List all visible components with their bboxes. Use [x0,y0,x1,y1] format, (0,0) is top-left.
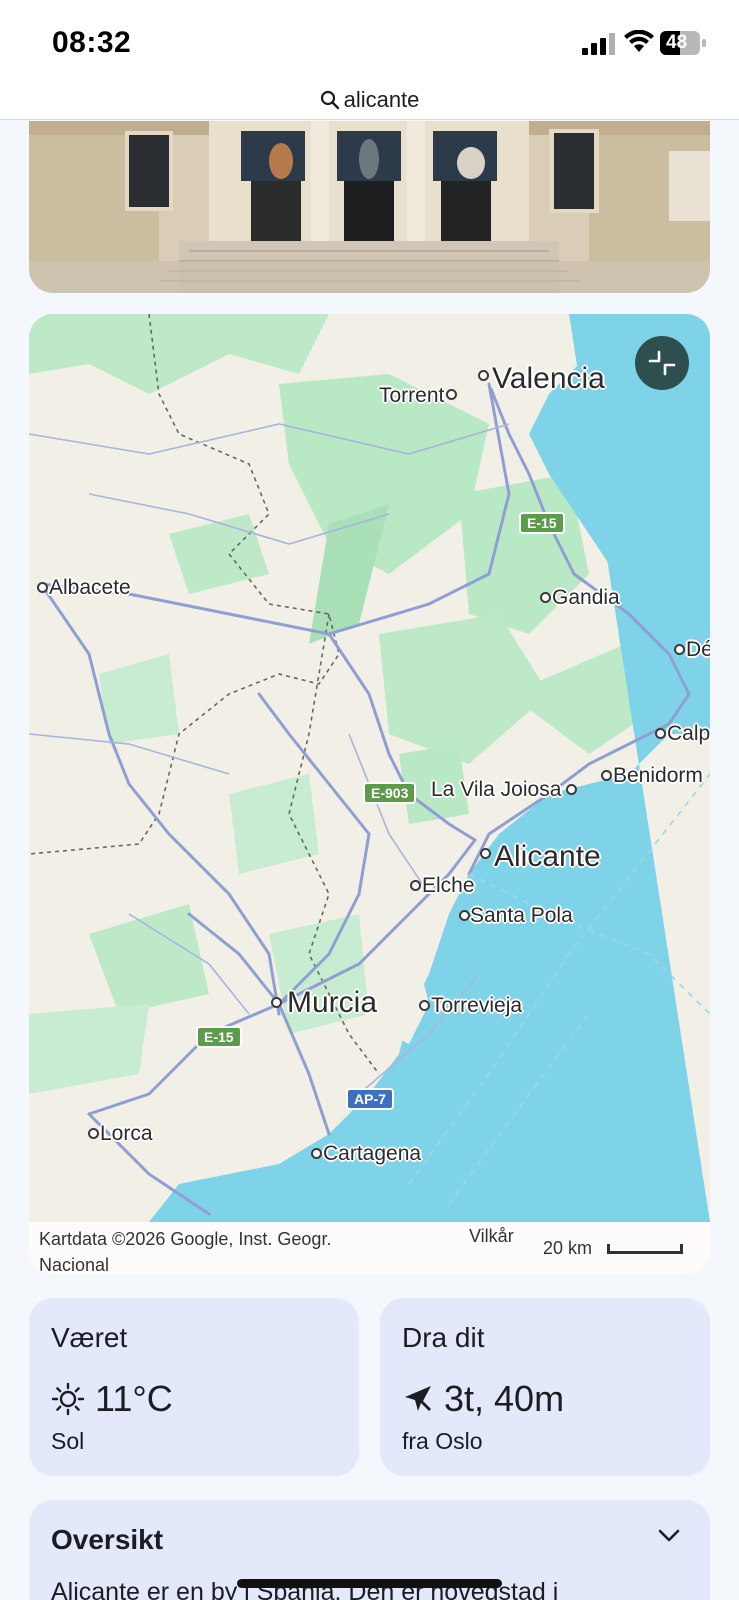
city-label-lorca[interactable]: Lorca [100,1122,153,1146]
city-label-benidorm[interactable]: Benidorm [613,764,703,788]
map-footer: Kartdata ©2026 Google, Inst. Geogr. Naci… [29,1222,710,1274]
city-label-torrevieja[interactable]: Torrevieja [431,994,522,1018]
map-marker-denia[interactable] [674,644,685,655]
battery-level: 48 [666,32,688,53]
travel-duration: 3t, 40m [444,1378,565,1419]
map-marker-la-vila-joiosa[interactable] [566,784,577,795]
search-icon [320,90,339,109]
sun-icon [51,1382,85,1416]
city-label-valencia[interactable]: Valencia [492,362,605,396]
city-label-murcia[interactable]: Murcia [287,986,377,1020]
road-shield-e903: E-903 [363,782,417,804]
city-label-elche[interactable]: Elche [422,874,475,898]
map-marker-lorca[interactable] [88,1128,99,1139]
city-label-denia[interactable]: Dé [686,638,710,662]
road-shield-e15-south: E-15 [196,1026,242,1048]
travel-card[interactable]: Dra dit 3t, 40m fra Oslo [380,1298,710,1476]
status-time: 08:32 [52,26,132,59]
home-indicator[interactable] [237,1579,502,1588]
weather-condition: Sol [51,1428,85,1454]
map-marker-calpe[interactable] [655,728,666,739]
map[interactable]: Valencia Torrent Albacete Gandia Dé Calp… [29,314,710,1274]
map-marker-alicante[interactable] [480,848,491,859]
battery-icon: 48 [660,31,706,55]
collapse-icon [648,350,676,376]
map-marker-gandia[interactable] [540,592,551,603]
search-bar[interactable]: alicante [0,80,739,120]
map-marker-torrevieja[interactable] [419,1000,430,1011]
map-scale-bar [607,1244,683,1254]
map-marker-murcia[interactable] [271,997,282,1008]
wifi-icon [624,30,654,52]
weather-title: Været [51,1322,128,1353]
museum-building-image [29,121,710,293]
road-shield-ap7: AP-7 [346,1088,394,1110]
map-terms-link[interactable]: Vilkår [469,1226,514,1247]
city-label-torrent[interactable]: Torrent [379,384,444,408]
search-query[interactable]: alicante [344,87,420,113]
city-label-albacete[interactable]: Albacete [49,576,131,600]
weather-card[interactable]: Været 11°C Sol [29,1298,359,1476]
map-marker-torrent[interactable] [446,389,457,400]
weather-value-row: 11°C [51,1378,173,1420]
travel-value-row: 3t, 40m [402,1378,564,1420]
museum-photo[interactable] [29,121,710,293]
road-shield-e15-north: E-15 [519,512,565,534]
city-label-alicante[interactable]: Alicante [494,840,601,874]
city-label-calpe[interactable]: Calp [667,722,710,746]
map-marker-cartagena[interactable] [311,1148,322,1159]
map-marker-benidorm[interactable] [601,770,612,781]
collapse-map-button[interactable] [635,336,689,390]
map-marker-valencia[interactable] [478,370,489,381]
airplane-icon [405,1386,431,1411]
map-attribution: Kartdata ©2026 Google, Inst. Geogr. Naci… [39,1229,332,1274]
travel-origin: fra Oslo [402,1428,483,1454]
chevron-down-icon[interactable] [657,1528,681,1544]
city-label-cartagena[interactable]: Cartagena [323,1142,421,1166]
city-label-la-vila-joiosa[interactable]: La Vila Joiosa [431,778,561,802]
status-bar: 08:32 48 [0,0,739,80]
overview-title: Oversikt [51,1524,164,1555]
map-marker-santa-pola[interactable] [459,910,470,921]
map-marker-elche[interactable] [410,880,421,891]
cellular-signal-icon [582,33,615,55]
weather-temperature: 11°C [95,1378,173,1419]
map-scale-label: 20 km [543,1238,593,1258]
city-label-gandia[interactable]: Gandia [552,586,620,610]
travel-title: Dra dit [402,1322,485,1353]
city-label-santa-pola[interactable]: Santa Pola [470,904,573,928]
map-marker-albacete[interactable] [37,582,48,593]
